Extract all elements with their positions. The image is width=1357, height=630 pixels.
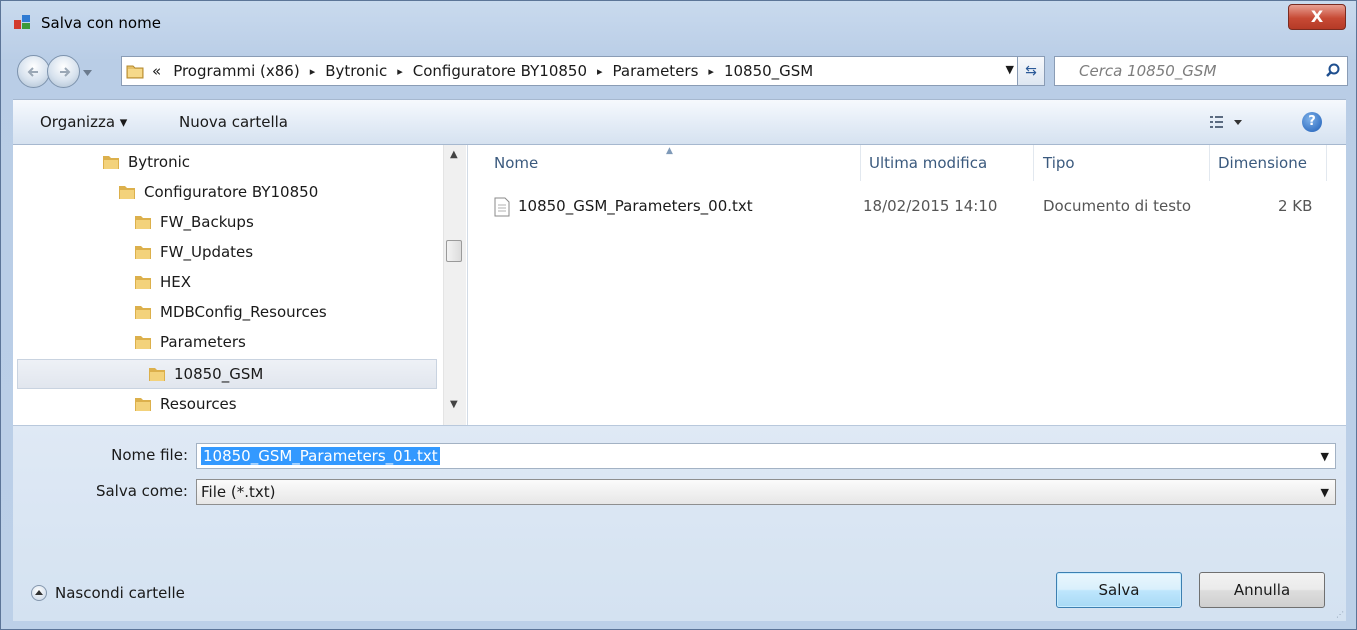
tree-item-label: FW_Updates <box>160 243 254 261</box>
address-bar[interactable]: « Programmi (x86) ▸ Bytronic ▸ Configura… <box>121 56 1021 86</box>
folder-icon <box>135 216 151 229</box>
savetype-dropdown-icon[interactable]: ▼ <box>1321 486 1329 499</box>
search-placeholder: Cerca 10850_GSM <box>1079 62 1217 80</box>
text-file-icon <box>494 197 510 217</box>
column-divider[interactable] <box>1033 145 1034 181</box>
folder-tree: Bytronic Configuratore BY10850 FW_Backup… <box>13 145 468 425</box>
back-arrow-icon <box>27 67 38 77</box>
search-icon[interactable] <box>1325 63 1341 79</box>
file-name: 10850_GSM_Parameters_00.txt <box>518 197 753 215</box>
breadcrumb-separator-icon[interactable]: ▸ <box>302 65 324 78</box>
tree-item-label: 10850_GSM <box>174 365 264 383</box>
back-button[interactable] <box>17 55 50 88</box>
resize-grip-icon[interactable]: ⋰ <box>1336 610 1344 619</box>
breadcrumb-separator-icon[interactable]: ▸ <box>389 65 411 78</box>
save-button[interactable]: Salva <box>1056 572 1182 608</box>
tree-item-label: Configuratore BY10850 <box>144 183 319 201</box>
column-divider[interactable] <box>860 145 861 181</box>
column-header-modified[interactable]: Ultima modifica <box>869 154 987 172</box>
tree-item-parameters[interactable]: Parameters <box>133 328 246 356</box>
forward-arrow-icon <box>60 67 71 77</box>
breadcrumb-10850-gsm[interactable]: 10850_GSM <box>722 62 815 80</box>
save-as-dialog: Salva con nome X « Programmi (x86) ▸ Byt… <box>0 0 1357 630</box>
tree-item-label: Resources <box>160 395 237 413</box>
scrollbar-thumb[interactable] <box>446 240 462 262</box>
breadcrumb: « Programmi (x86) ▸ Bytronic ▸ Configura… <box>150 62 815 80</box>
app-icon <box>14 15 30 29</box>
tree-item-label: MDBConfig_Resources <box>160 303 327 321</box>
folder-icon <box>149 368 165 381</box>
breadcrumb-bytronic[interactable]: Bytronic <box>323 62 389 80</box>
window-title: Salva con nome <box>41 14 161 32</box>
title-bar: Salva con nome X <box>1 1 1356 45</box>
column-divider[interactable] <box>1326 145 1327 181</box>
tree-item-configuratore[interactable]: Configuratore BY10850 <box>117 178 318 206</box>
breadcrumb-overflow[interactable]: « <box>150 62 163 80</box>
savetype-select[interactable]: File (*.txt) ▼ <box>196 479 1336 505</box>
filename-input[interactable]: 10850_GSM_Parameters_01.txt ▼ <box>196 443 1336 469</box>
folder-icon <box>135 398 151 411</box>
folder-icon <box>135 306 151 319</box>
column-header-nome[interactable]: Nome <box>494 154 538 172</box>
scroll-down-icon[interactable]: ▼ <box>450 399 458 410</box>
folder-icon <box>103 156 119 169</box>
forward-button[interactable] <box>47 55 80 88</box>
folder-icon <box>135 276 151 289</box>
refresh-button[interactable]: ⇆ <box>1017 56 1045 86</box>
breadcrumb-separator-icon[interactable]: ▸ <box>589 65 611 78</box>
view-options-button[interactable] <box>1208 113 1248 135</box>
tree-item-bytronic[interactable]: Bytronic <box>101 148 190 176</box>
tree-item-resources[interactable]: Resources <box>133 390 237 418</box>
breadcrumb-separator-icon[interactable]: ▸ <box>700 65 722 78</box>
cancel-button[interactable]: Annulla <box>1199 572 1325 608</box>
tree-item-label: FW_Backups <box>160 213 254 231</box>
refresh-icon: ⇆ <box>1025 63 1037 79</box>
tree-scrollbar[interactable]: ▲ ▼ <box>443 145 466 425</box>
breadcrumb-parameters[interactable]: Parameters <box>611 62 701 80</box>
breadcrumb-programmi[interactable]: Programmi (x86) <box>171 62 302 80</box>
file-row[interactable]: 10850_GSM_Parameters_00.txt 18/02/2015 1… <box>488 197 1328 223</box>
filename-value: 10850_GSM_Parameters_01.txt <box>201 447 440 465</box>
command-bar: Organizza ▾ Nuova cartella ? <box>13 99 1346 145</box>
tree-item-fw-backups[interactable]: FW_Backups <box>133 208 254 236</box>
tree-item-label: Bytronic <box>128 153 190 171</box>
address-dropdown-icon[interactable]: ▼ <box>1006 63 1014 76</box>
folder-icon <box>126 65 144 79</box>
help-icon[interactable]: ? <box>1302 112 1322 132</box>
folder-icon <box>135 246 151 259</box>
filename-dropdown-icon[interactable]: ▼ <box>1321 450 1329 463</box>
savetype-label: Salva come: <box>95 482 188 500</box>
search-box[interactable]: Cerca 10850_GSM <box>1054 56 1348 86</box>
column-header-type[interactable]: Tipo <box>1043 154 1075 172</box>
column-divider[interactable] <box>1209 145 1210 181</box>
file-type: Documento di testo <box>1043 197 1192 215</box>
hide-folders-toggle[interactable]: Nascondi cartelle <box>31 584 185 602</box>
column-header-size[interactable]: Dimensione <box>1218 154 1307 172</box>
hide-folders-label: Nascondi cartelle <box>55 584 185 602</box>
chevron-up-icon <box>31 585 47 601</box>
file-modified: 18/02/2015 14:10 <box>863 197 998 215</box>
file-size: 2 KB <box>1278 197 1313 215</box>
navigation-bar: « Programmi (x86) ▸ Bytronic ▸ Configura… <box>13 51 1348 97</box>
file-list: ▲ Nome Ultima modifica Tipo Dimensione 1… <box>468 145 1346 425</box>
tree-item-10850-gsm[interactable]: 10850_GSM <box>147 360 263 388</box>
tree-item-fw-updates[interactable]: FW_Updates <box>133 238 253 266</box>
folder-icon <box>135 336 151 349</box>
scroll-up-icon[interactable]: ▲ <box>450 149 458 160</box>
tree-item-label: HEX <box>160 273 192 291</box>
tree-item-label: Parameters <box>160 333 246 351</box>
filename-label: Nome file: <box>111 446 188 464</box>
recent-pages-dropdown[interactable] <box>83 69 92 77</box>
breadcrumb-configuratore[interactable]: Configuratore BY10850 <box>411 62 589 80</box>
close-button[interactable]: X <box>1288 4 1346 30</box>
tree-item-mdbconfig[interactable]: MDBConfig_Resources <box>133 298 327 326</box>
sort-ascending-icon: ▲ <box>666 146 673 156</box>
savetype-value: File (*.txt) <box>201 483 276 501</box>
new-folder-button[interactable]: Nuova cartella <box>179 113 288 131</box>
organize-menu[interactable]: Organizza ▾ <box>40 113 127 131</box>
folder-icon <box>119 186 135 199</box>
save-form: Nome file: 10850_GSM_Parameters_01.txt ▼… <box>13 425 1346 621</box>
view-list-icon <box>1210 116 1242 128</box>
tree-item-hex[interactable]: HEX <box>133 268 191 296</box>
